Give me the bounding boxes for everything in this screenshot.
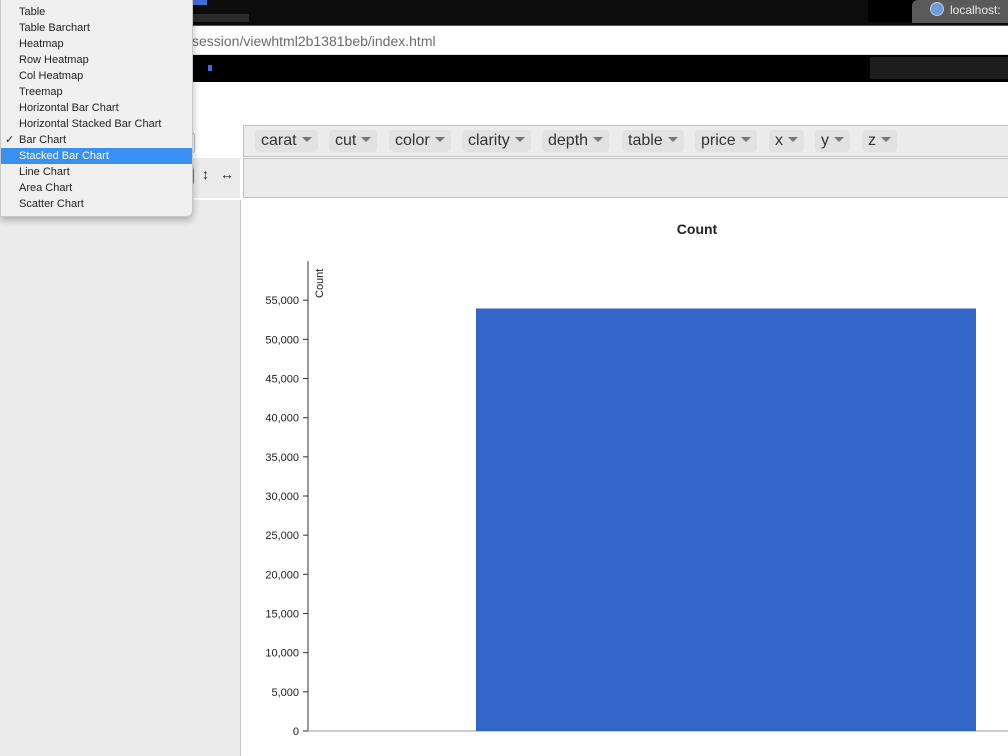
chart-area: Count Count 0 5,000 10,000 15,000 20,000 25,000… [241,198,1008,756]
attribute-label: price [701,132,736,149]
attribute-carat[interactable]: carat [255,130,318,152]
attribute-label: clarity [468,132,510,149]
menu-item-label: Col Heatmap [19,70,84,82]
caret-down-icon[interactable] [740,137,751,142]
y-tick-label: 15,000 [265,609,299,621]
caret-down-icon[interactable] [514,137,525,142]
menu-item-label: Row Heatmap [19,54,89,66]
renderer-dropdown-menu: Table Table Barchart Heatmap Row Heatmap Col… [0,0,193,217]
y-tick-label: 55,000 [265,295,299,307]
menu-item-label: Horizontal Bar Chart [19,102,119,114]
caret-down-icon[interactable] [667,137,678,142]
row-order-toggle[interactable]: ↕ [202,166,209,182]
y-tick-label: 20,000 [265,569,299,581]
menu-item[interactable]: ✓ Bar Chart [1,132,192,148]
menu-item[interactable]: Stacked Bar Chart [1,148,192,164]
attribute-x[interactable]: x [769,130,804,152]
menu-item[interactable]: Col Heatmap [1,68,192,84]
attribute-cut[interactable]: cut [329,130,378,152]
menu-item-label: Table Barchart [19,22,90,34]
menu-item-label: Heatmap [19,38,64,50]
menu-item[interactable]: Scatter Chart [1,196,192,212]
attribute-depth[interactable]: depth [542,130,610,152]
attribute-label: x [775,132,783,149]
menu-item-label: Bar Chart [19,134,67,146]
attribute-label: cut [335,132,357,149]
menu-item-label: Table [19,6,46,18]
y-tick-label: 35,000 [265,452,299,464]
y-tick-label: 40,000 [265,413,299,425]
y-axis-label: Count [314,269,326,298]
attribute-label: z [868,132,876,149]
attribute-label: carat [261,132,297,149]
caret-down-icon[interactable] [361,137,372,142]
attribute-y[interactable]: y [815,130,850,152]
menu-item[interactable]: Table [1,4,192,20]
attribute-table[interactable]: table [622,130,684,152]
menu-item[interactable]: Horizontal Stacked Bar Chart [1,116,192,132]
attribute-bar: carat cut color clarity depth table price x y z [243,125,1008,157]
y-tick-label: 5,000 [271,687,299,699]
attribute-price[interactable]: price [695,130,757,152]
tab-title: localhost: [950,3,1001,17]
browser-tab[interactable]: localhost: [912,0,1008,23]
menu-item-label: Scatter Chart [19,198,84,210]
url-text[interactable]: session/viewhtml2b1381beb/index.html [192,33,436,49]
column-fields-area[interactable] [243,158,1008,198]
menu-item[interactable]: Heatmap [1,36,192,52]
attribute-clarity[interactable]: clarity [462,130,531,152]
attribute-label: table [628,132,663,149]
bar-chart: Count Count 0 5,000 10,000 15,000 20,000 25,000… [265,221,1008,738]
y-tick-label: 25,000 [265,530,299,542]
menu-item-label: Line Chart [19,166,70,178]
y-tick-label: 30,000 [265,491,299,503]
menu-item-label: Horizontal Stacked Bar Chart [19,118,162,130]
menu-item-label: Treemap [19,86,63,98]
caret-down-icon[interactable] [301,137,312,142]
attribute-z[interactable]: z [862,130,897,152]
y-tick-label: 0 [293,726,299,738]
rstudio-icon [930,2,944,16]
menu-item-label: Stacked Bar Chart [19,150,109,162]
caret-down-icon[interactable] [434,137,445,142]
attribute-label: color [395,132,430,149]
bookmark-marker [208,65,212,71]
caret-down-icon[interactable] [593,137,604,142]
attribute-label: y [821,132,829,149]
checkmark-icon: ✓ [5,134,15,146]
caret-down-icon[interactable] [881,137,891,142]
caret-down-icon[interactable] [788,137,798,142]
menu-item-label: Area Chart [19,182,73,194]
caret-down-icon[interactable] [834,137,844,142]
col-order-toggle[interactable]: ↔ [220,166,234,182]
y-tick-label: 45,000 [265,374,299,386]
attribute-label: depth [548,132,589,149]
redacted-region [870,57,1008,79]
y-tick-label: 50,000 [265,334,299,346]
menu-item[interactable]: Horizontal Bar Chart [1,100,192,116]
bar[interactable] [476,308,976,731]
attribute-color[interactable]: color [389,130,451,152]
row-fields-area[interactable] [0,200,241,756]
tab-indicator [193,0,207,5]
menu-item[interactable]: Treemap [1,84,192,100]
redacted-tab[interactable] [868,0,912,22]
redacted-tab[interactable] [193,14,249,22]
chart-title: Count [677,221,718,237]
y-tick-label: 10,000 [265,648,299,660]
menu-item[interactable]: Table Barchart [1,20,192,36]
menu-item[interactable]: Line Chart [1,164,192,180]
menu-item[interactable]: Area Chart [1,180,192,196]
menu-item[interactable]: Row Heatmap [1,52,192,68]
